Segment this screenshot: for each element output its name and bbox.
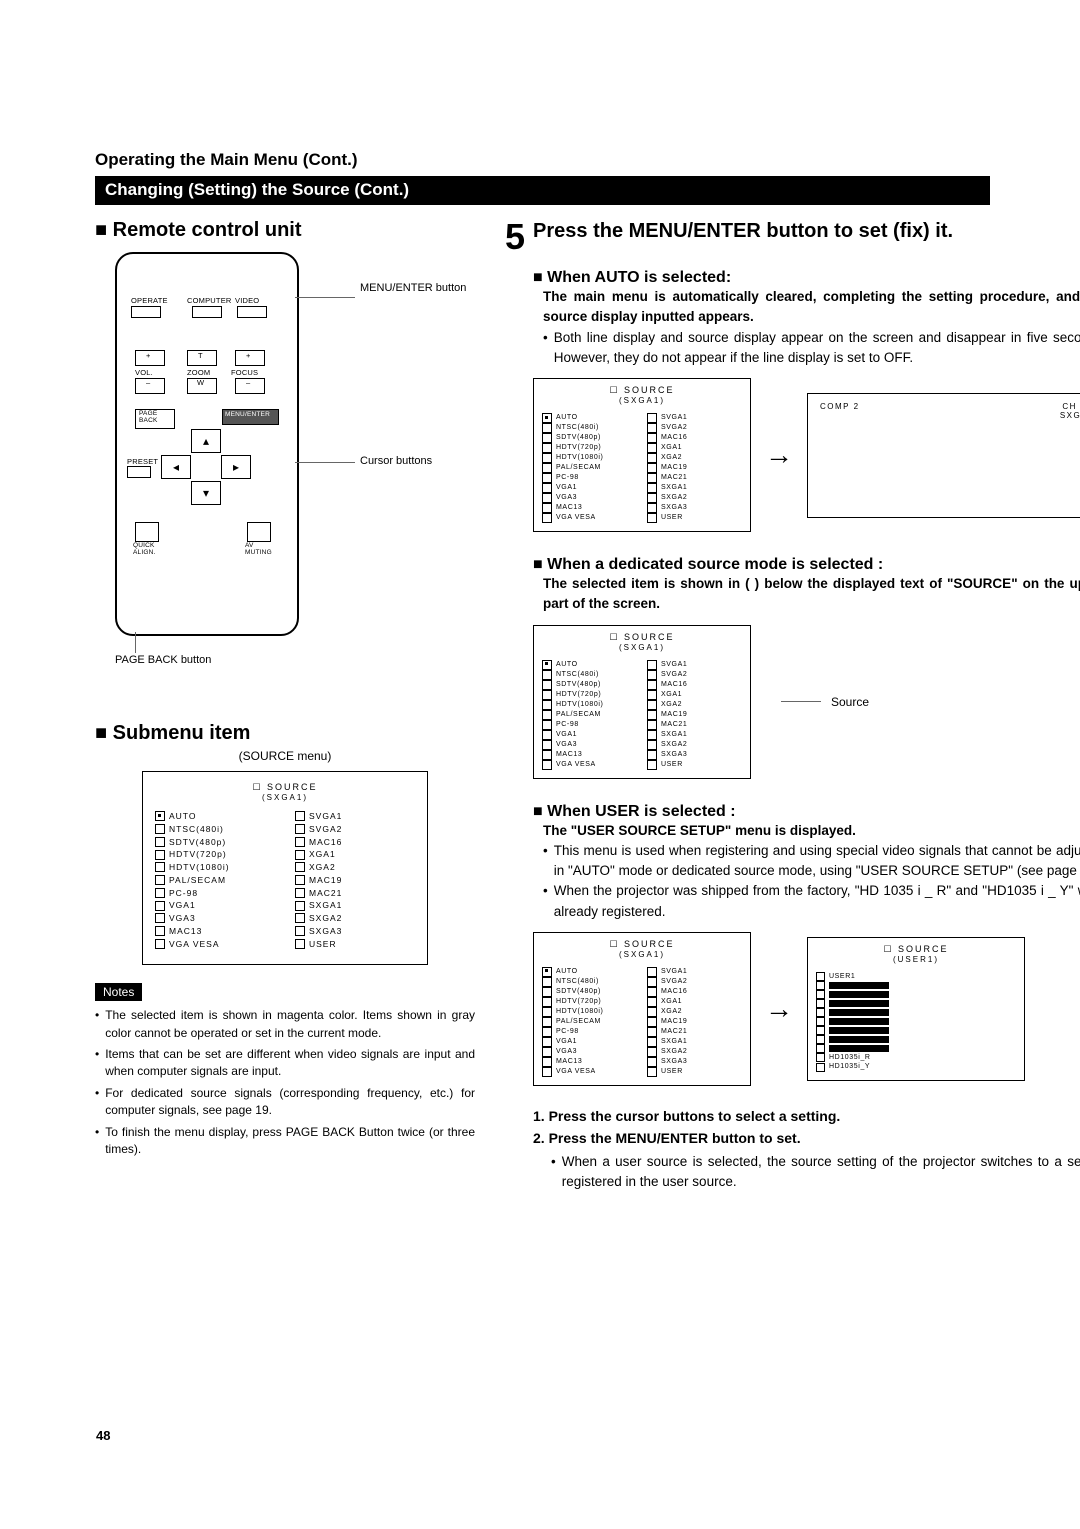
mini-source-3: ☐ SOURCE (SXGA1) AUTONTSC(480i)SDTV(480p… xyxy=(533,932,751,1086)
section-header: Operating the Main Menu (Cont.) xyxy=(95,150,990,170)
dedicated-heading: ■ When a dedicated source mode is select… xyxy=(533,556,1080,574)
submenu-caption: (SOURCE menu) xyxy=(95,749,475,763)
note-item: •The selected item is shown in magenta c… xyxy=(95,1007,475,1042)
auto-bullet: Both line display and source display app… xyxy=(554,328,1080,369)
user-bullet1: This menu is used when registering and u… xyxy=(554,841,1080,882)
auto-heading: ■ When AUTO is selected: xyxy=(533,269,1080,287)
auto-result-box: COMP 2 CH : 1SXGA1 xyxy=(807,393,1080,518)
note-item: •For dedicated source signals (correspon… xyxy=(95,1085,475,1120)
lbl-pageback: PAGE BACK button xyxy=(115,654,211,666)
remote-heading: ■ Remote control unit xyxy=(95,219,475,242)
notes-label: Notes xyxy=(95,983,142,1001)
user-strong: The "USER SOURCE SETUP" menu is displaye… xyxy=(543,821,1080,841)
submenu-heading: ■ Submenu item xyxy=(95,722,475,745)
step-2: 2. Press the MENU/ENTER button to set. xyxy=(533,1130,1080,1146)
source-annot: Source xyxy=(831,695,869,709)
rc-label-video: VIDEO xyxy=(235,296,259,305)
page-number: 48 xyxy=(96,1428,110,1443)
arrow-icon: → xyxy=(765,993,793,1025)
rc-menu-enter: MENU/ENTER xyxy=(225,411,270,418)
rc-label-zoom: ZOOM xyxy=(187,368,210,377)
user-bullet2: When the projector was shipped from the … xyxy=(554,881,1080,922)
note-item: •To finish the menu display, press PAGE … xyxy=(95,1124,475,1159)
mini-source-1: ☐ SOURCE (SXGA1) AUTONTSC(480i)SDTV(480p… xyxy=(533,378,751,532)
rc-label-vol: VOL. xyxy=(135,368,153,377)
mini-source-2: ☐ SOURCE (SXGA1) AUTONTSC(480i)SDTV(480p… xyxy=(533,625,751,779)
user-heading: ■ When USER is selected : xyxy=(533,803,1080,821)
rc-label-operate: OPERATE xyxy=(131,296,168,305)
rc-page-back: PAGEBACK xyxy=(139,410,158,424)
page-title-bar: Changing (Setting) the Source (Cont.) xyxy=(95,176,990,205)
lbl-menu-enter: MENU/ENTER button xyxy=(360,282,466,294)
arrow-icon: → xyxy=(765,439,793,471)
step-2-bullet: When a user source is selected, the sour… xyxy=(562,1152,1080,1193)
rc-av-muting: AVMUTING xyxy=(245,542,272,556)
note-item: •Items that can be set are different whe… xyxy=(95,1046,475,1081)
rc-quick-align: QUICKALIGN. xyxy=(133,542,156,556)
auto-strong: The main menu is automatically cleared, … xyxy=(543,287,1080,328)
step-1: 1. Press the cursor buttons to select a … xyxy=(533,1108,1080,1124)
lbl-cursor: Cursor buttons xyxy=(360,455,432,467)
step-text: Press the MENU/ENTER button to set (fix)… xyxy=(533,219,953,244)
rc-label-focus: FOCUS xyxy=(231,368,258,377)
step-number: 5 xyxy=(505,219,525,255)
source-menu-box: ☐ SOURCE (SXGA1) AUTONTSC(480i)SDTV(480p… xyxy=(142,771,428,965)
dedicated-strong: The selected item is shown in ( ) below … xyxy=(543,574,1080,615)
user-result-box: ☐ SOURCE (USER1) USER1HD1035i_RHD1035i_Y xyxy=(807,937,1025,1081)
remote-diagram: OPERATE COMPUTER VIDEO + VOL. – T ZOOM W xyxy=(95,252,475,692)
rc-preset: PRESET xyxy=(127,457,158,466)
rc-label-computer: COMPUTER xyxy=(187,296,232,305)
